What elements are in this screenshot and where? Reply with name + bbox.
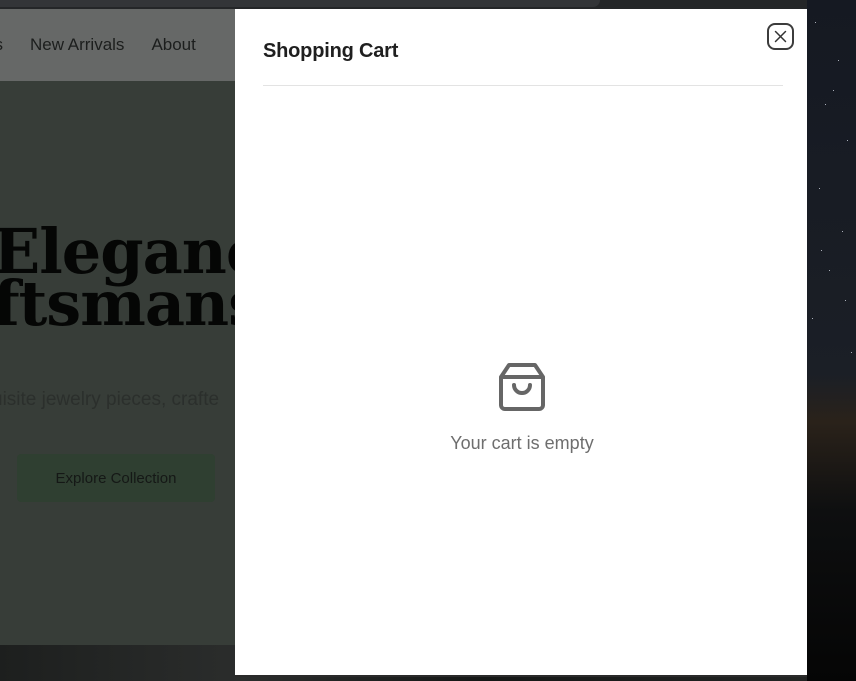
shopping-bag-icon <box>499 363 545 411</box>
browser-top-bar <box>0 0 807 9</box>
close-icon <box>774 30 787 43</box>
drawer-bottom-edge <box>235 675 807 677</box>
shopping-cart-drawer: Shopping Cart Your cart is empty <box>235 9 807 675</box>
hero-title-line-2: ftsmans <box>0 267 263 340</box>
explore-collection-button[interactable]: Explore Collection <box>17 454 215 502</box>
nav-item-collections[interactable]: ns <box>0 35 3 55</box>
empty-cart-message: Your cart is empty <box>450 433 594 453</box>
empty-cart-state: Your cart is empty <box>235 361 809 454</box>
main-nav: ns New Arrivals About <box>0 9 223 81</box>
hero-subtitle: uisite jewelry pieces, crafte <box>0 389 220 410</box>
address-bar <box>0 0 600 7</box>
nav-item-new-arrivals[interactable]: New Arrivals <box>30 35 124 55</box>
cart-header-divider <box>263 85 783 86</box>
background-night-sky <box>807 0 856 681</box>
nav-item-about[interactable]: About <box>151 35 195 55</box>
hero-title: Eleganc ftsmans <box>0 221 264 335</box>
cart-title: Shopping Cart <box>263 40 399 62</box>
close-cart-button[interactable] <box>767 23 794 50</box>
